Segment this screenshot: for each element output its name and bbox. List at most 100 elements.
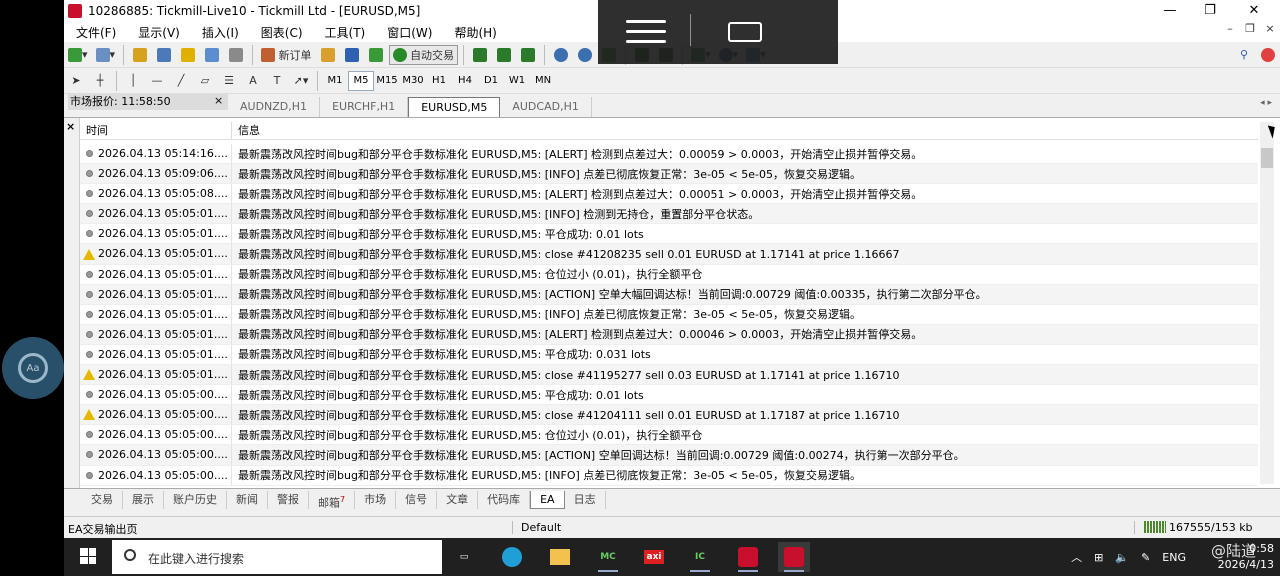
log-row[interactable]: 2026.04.13 05:05:08.... 最新震荡改风控时间bug和部分平仓… <box>80 184 1258 205</box>
keyboard-icon[interactable] <box>728 22 762 42</box>
search-icon[interactable]: ⚲ <box>1233 45 1255 65</box>
arrows-tool-icon[interactable]: ➚▾ <box>290 71 312 91</box>
chart-tab-audnzd[interactable]: AUDNZD,H1 <box>228 97 321 117</box>
tab-experts[interactable]: EA <box>530 490 565 509</box>
mc-markets-app-icon[interactable]: MC <box>592 542 624 572</box>
log-row[interactable]: 2026.04.13 05:05:00.... 最新震荡改风控时间bug和部分平仓… <box>80 405 1258 426</box>
log-row[interactable]: 2026.04.13 05:14:16.... 最新震荡改风控时间bug和部分平仓… <box>80 144 1258 165</box>
data-window-icon[interactable] <box>153 45 175 65</box>
log-row[interactable]: 2026.04.13 05:05:00.... 最新震荡改风控时间bug和部分平仓… <box>80 445 1258 466</box>
strategy-tester-icon[interactable] <box>225 45 247 65</box>
log-row[interactable]: 2026.04.13 05:05:01.... 最新震荡改风控时间bug和部分平仓… <box>80 344 1258 366</box>
tray-network-icon[interactable]: ⊞ <box>1088 551 1109 564</box>
crosshair-tool-icon[interactable]: ┼ <box>89 71 111 91</box>
tickmill-active-app-icon[interactable] <box>778 542 810 572</box>
mdi-minimize-icon[interactable]: – <box>1220 22 1240 35</box>
tab-news[interactable]: 新闻 <box>227 490 268 509</box>
text-tool-icon[interactable]: A <box>242 71 264 91</box>
tab-signals[interactable]: 信号 <box>396 490 438 509</box>
chart-tab-audcad[interactable]: AUDCAD,H1 <box>500 97 592 117</box>
tab-code-base[interactable]: 代码库 <box>478 490 531 509</box>
timeframe-d1[interactable]: D1 <box>478 71 504 91</box>
menu-tools[interactable]: 工具(T) <box>313 24 376 41</box>
log-scrollbar[interactable] <box>1260 122 1274 484</box>
navigator-icon[interactable] <box>177 45 199 65</box>
taskbar-search-box[interactable]: 在此键入进行搜索 <box>112 540 442 574</box>
tickmill-app-icon[interactable] <box>732 542 764 572</box>
horizontal-line-icon[interactable]: — <box>146 71 168 91</box>
metaeditor-icon[interactable] <box>317 45 339 65</box>
log-row[interactable]: 2026.04.13 05:05:00.... 最新震荡改风控时间bug和部分平仓… <box>80 465 1258 486</box>
hamburger-menu-icon[interactable] <box>626 20 666 50</box>
file-explorer-icon[interactable] <box>544 542 576 572</box>
log-row[interactable]: 2026.04.13 05:05:01.... 最新震荡改风控时间bug和部分平仓… <box>80 244 1258 265</box>
zoom-in-icon[interactable] <box>550 45 572 65</box>
tab-alerts[interactable]: 警报 <box>268 490 309 509</box>
windows-start-icon[interactable] <box>80 548 96 564</box>
restore-button[interactable]: ❐ <box>1188 0 1232 22</box>
tray-language[interactable]: ENG <box>1156 551 1192 564</box>
ic-markets-app-icon[interactable]: IC <box>684 542 716 572</box>
tray-pen-icon[interactable]: ✎ <box>1135 551 1156 564</box>
mdi-restore-icon[interactable]: ❐ <box>1240 22 1260 35</box>
menu-insert[interactable]: 插入(I) <box>190 24 249 41</box>
chart-tab-eurusd[interactable]: EURUSD,M5 <box>408 97 501 117</box>
log-row[interactable]: 2026.04.13 05:05:01.... 最新震荡改风控时间bug和部分平仓… <box>80 284 1258 305</box>
log-row[interactable]: 2026.04.13 05:05:01.... 最新震荡改风控时间bug和部分平仓… <box>80 365 1258 386</box>
market-watch-icon[interactable] <box>129 45 151 65</box>
fibonacci-icon[interactable]: ☰ <box>218 71 240 91</box>
tab-journal[interactable]: 日志 <box>565 490 606 509</box>
tray-volume-icon[interactable]: 🔈 <box>1109 551 1135 564</box>
line-chart-icon[interactable] <box>517 45 539 65</box>
tab-scroll-arrows-icon[interactable]: ◂ ▸ <box>1260 98 1272 108</box>
task-view-icon[interactable]: ▭ <box>448 542 480 572</box>
axi-app-icon[interactable]: axi <box>638 542 670 572</box>
log-row[interactable]: 2026.04.13 05:05:01.... 最新震荡改风控时间bug和部分平仓… <box>80 224 1258 245</box>
channel-icon[interactable]: ▱ <box>194 71 216 91</box>
chart-tab-eurchf[interactable]: EURCHF,H1 <box>320 97 409 117</box>
menu-file[interactable]: 文件(F) <box>64 24 126 41</box>
auto-trading-button[interactable]: 自动交易 <box>388 44 459 65</box>
new-chart-button[interactable]: ▾ <box>65 45 91 65</box>
market-watch-close-icon[interactable]: × <box>214 94 223 107</box>
user-icon[interactable] <box>341 45 363 65</box>
timeframe-h4[interactable]: H4 <box>452 71 478 91</box>
terminal-icon[interactable] <box>201 45 223 65</box>
log-row[interactable]: 2026.04.13 05:05:00.... 最新震荡改风控时间bug和部分平仓… <box>80 425 1258 446</box>
menu-charts[interactable]: 图表(C) <box>249 24 313 41</box>
log-row[interactable]: 2026.04.13 05:09:06.... 最新震荡改风控时间bug和部分平仓… <box>80 164 1258 185</box>
timeframe-m30[interactable]: M30 <box>400 71 426 91</box>
column-time[interactable]: 时间 <box>80 122 232 139</box>
menu-window[interactable]: 窗口(W) <box>375 24 442 41</box>
chat-icon[interactable] <box>1257 45 1279 65</box>
tab-trade[interactable]: 交易 <box>82 490 123 509</box>
terminal-close-icon[interactable]: × <box>66 120 75 133</box>
tab-market[interactable]: 市场 <box>355 490 397 509</box>
tab-mailbox[interactable]: 邮箱7 <box>309 490 356 509</box>
tray-chevron-icon[interactable]: ︿ <box>1065 549 1088 565</box>
log-row[interactable]: 2026.04.13 05:05:01.... 最新震荡改风控时间bug和部分平仓… <box>80 304 1258 325</box>
menu-view[interactable]: 显示(V) <box>126 24 190 41</box>
signal-icon[interactable] <box>365 45 387 65</box>
menu-help[interactable]: 帮助(H) <box>442 24 506 41</box>
cursor-tool-icon[interactable]: ➤ <box>65 71 87 91</box>
timeframe-w1[interactable]: W1 <box>504 71 530 91</box>
close-button[interactable]: ✕ <box>1232 0 1276 22</box>
mdi-close-icon[interactable]: × <box>1260 22 1280 35</box>
timeframe-h1[interactable]: H1 <box>426 71 452 91</box>
vertical-line-icon[interactable]: │ <box>122 71 144 91</box>
column-message[interactable]: 信息 <box>232 122 260 139</box>
timeframe-mn[interactable]: MN <box>530 71 556 91</box>
tab-exposure[interactable]: 展示 <box>123 490 164 509</box>
timeframe-m15[interactable]: M15 <box>374 71 400 91</box>
floating-assistant-bubble[interactable]: Aa <box>2 337 64 399</box>
candle-chart-icon[interactable] <box>493 45 515 65</box>
tab-articles[interactable]: 文章 <box>437 490 479 509</box>
log-row[interactable]: 2026.04.13 05:05:01.... 最新震荡改风控时间bug和部分平仓… <box>80 324 1258 345</box>
trendline-icon[interactable]: ╱ <box>170 71 192 91</box>
timeframe-m1[interactable]: M1 <box>322 71 348 91</box>
minimize-button[interactable]: — <box>1148 0 1192 22</box>
edge-browser-icon[interactable] <box>496 542 528 572</box>
label-tool-icon[interactable]: T <box>266 71 288 91</box>
scrollbar-thumb[interactable] <box>1261 148 1273 168</box>
